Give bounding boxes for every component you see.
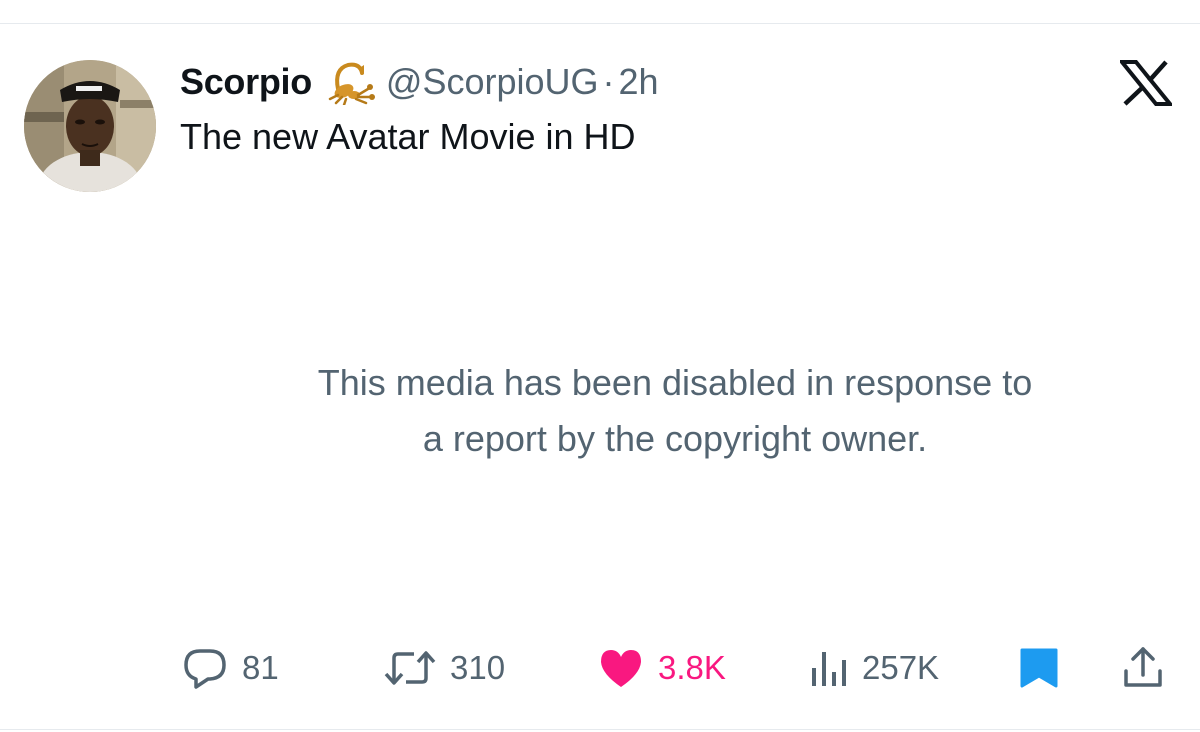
views-icon [812, 652, 846, 686]
bookmark-button[interactable] [1018, 640, 1060, 696]
tweet-header: Scorpio @ScorpioUG · 2h [180, 58, 659, 106]
separator-dot: · [602, 61, 615, 102]
views-button[interactable]: 257K [808, 640, 939, 696]
reply-icon [184, 649, 226, 689]
notice-line-1: This media has been disabled in response… [317, 362, 1033, 403]
bottom-divider [0, 729, 1200, 730]
scorpion-icon [324, 59, 376, 105]
like-count: 3.8K [658, 649, 726, 686]
avatar[interactable] [24, 60, 156, 192]
share-icon [1124, 647, 1162, 687]
like-button[interactable]: 3.8K [598, 640, 726, 696]
timestamp[interactable]: 2h [619, 61, 659, 103]
repost-button[interactable]: 310 [384, 640, 505, 696]
tweet-text: The new Avatar Movie in HD [180, 116, 636, 157]
x-logo-icon [1120, 60, 1172, 106]
repost-count: 310 [450, 649, 506, 686]
display-name[interactable]: Scorpio [180, 61, 312, 103]
heart-icon [601, 650, 641, 687]
reply-button[interactable]: 81 [182, 640, 279, 696]
share-button[interactable] [1120, 640, 1166, 696]
user-handle[interactable]: @ScorpioUG [386, 61, 599, 103]
media-disabled-notice: This media has been disabled in response… [180, 355, 1170, 467]
notice-line-2: a report by the copyright owner. [422, 418, 928, 459]
repost-icon [384, 651, 436, 685]
bookmark-icon [1020, 648, 1058, 688]
views-count: 257K [862, 649, 940, 686]
top-divider [0, 23, 1200, 24]
action-bar: 81 310 3.8K 257K [0, 640, 1200, 696]
reply-count: 81 [242, 649, 279, 686]
